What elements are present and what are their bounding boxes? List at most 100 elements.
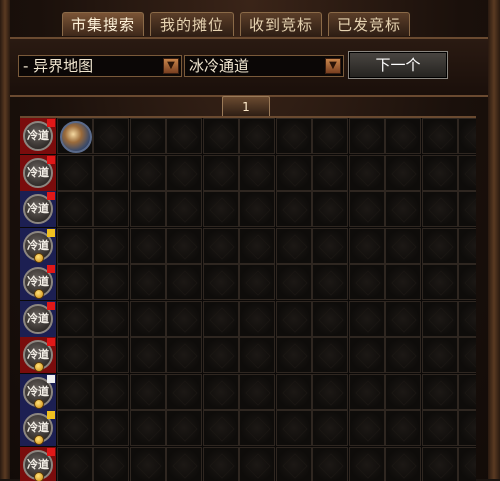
grid-cell[interactable] bbox=[458, 228, 476, 264]
grid-cell[interactable] bbox=[57, 155, 93, 191]
grid-cell[interactable] bbox=[385, 410, 421, 446]
grid-cell[interactable] bbox=[276, 301, 312, 337]
grid-cell[interactable] bbox=[349, 264, 385, 300]
chevron-down-icon[interactable]: ▼ bbox=[325, 58, 341, 74]
area-select[interactable]: 冰冷通道 ▼ bbox=[184, 55, 344, 77]
grid-cell[interactable] bbox=[312, 191, 348, 227]
map-item-slot[interactable]: 冷道 bbox=[20, 264, 56, 300]
grid-cell[interactable] bbox=[93, 301, 129, 337]
grid-cell[interactable] bbox=[312, 447, 348, 481]
grid-cell[interactable] bbox=[312, 264, 348, 300]
grid-cell[interactable] bbox=[349, 447, 385, 481]
grid-cell[interactable] bbox=[385, 374, 421, 410]
grid-cell[interactable] bbox=[93, 118, 129, 154]
grid-cell[interactable] bbox=[203, 264, 239, 300]
grid-cell[interactable] bbox=[57, 447, 93, 481]
grid-cell[interactable] bbox=[203, 301, 239, 337]
grid-cell[interactable] bbox=[93, 447, 129, 481]
grid-cell[interactable] bbox=[422, 410, 458, 446]
grid-cell[interactable] bbox=[312, 155, 348, 191]
grid-cell[interactable] bbox=[239, 191, 275, 227]
map-item-slot[interactable]: 冷道 bbox=[20, 337, 56, 373]
map-item-slot[interactable]: 冷道 bbox=[20, 191, 56, 227]
grid-cell[interactable] bbox=[239, 228, 275, 264]
grid-cell[interactable] bbox=[239, 118, 275, 154]
grid-cell[interactable] bbox=[203, 118, 239, 154]
grid-cell[interactable] bbox=[203, 191, 239, 227]
grid-cell[interactable] bbox=[385, 337, 421, 373]
grid-cell[interactable] bbox=[239, 155, 275, 191]
grid-cell[interactable] bbox=[349, 191, 385, 227]
grid-cell[interactable] bbox=[349, 374, 385, 410]
map-item-slot[interactable]: 冷道 bbox=[20, 228, 56, 264]
grid-cell[interactable] bbox=[130, 374, 166, 410]
grid-cell[interactable] bbox=[239, 264, 275, 300]
map-orb-icon[interactable] bbox=[60, 121, 92, 153]
grid-cell[interactable] bbox=[276, 228, 312, 264]
grid-cell[interactable] bbox=[422, 118, 458, 154]
map-item-slot[interactable]: 冷道 bbox=[20, 374, 56, 410]
grid-cell[interactable] bbox=[458, 118, 476, 154]
map-item-slot[interactable]: 冷道 bbox=[20, 301, 56, 337]
grid-cell[interactable] bbox=[57, 374, 93, 410]
grid-cell[interactable] bbox=[349, 337, 385, 373]
grid-cell[interactable] bbox=[458, 337, 476, 373]
grid-cell[interactable] bbox=[349, 118, 385, 154]
grid-cell[interactable] bbox=[130, 447, 166, 481]
grid-cell[interactable] bbox=[130, 191, 166, 227]
map-item-slot[interactable]: 冷道 bbox=[20, 410, 56, 446]
grid-cell[interactable] bbox=[166, 155, 202, 191]
grid-cell[interactable] bbox=[422, 337, 458, 373]
grid-cell[interactable] bbox=[57, 410, 93, 446]
grid-cell[interactable] bbox=[385, 228, 421, 264]
grid-cell[interactable] bbox=[276, 191, 312, 227]
tab-sent-bids[interactable]: 已发竞标 bbox=[328, 12, 410, 36]
grid-cell[interactable] bbox=[312, 118, 348, 154]
grid-cell[interactable] bbox=[349, 228, 385, 264]
grid-cell[interactable] bbox=[130, 337, 166, 373]
grid-cell[interactable] bbox=[458, 155, 476, 191]
grid-cell[interactable] bbox=[276, 410, 312, 446]
grid-cell[interactable] bbox=[458, 410, 476, 446]
grid-cell[interactable] bbox=[458, 447, 476, 481]
grid-cell[interactable] bbox=[166, 447, 202, 481]
grid-cell[interactable] bbox=[458, 301, 476, 337]
map-item-slot[interactable]: 冷道 bbox=[20, 155, 56, 191]
grid-cell[interactable] bbox=[130, 410, 166, 446]
tab-market-search[interactable]: 市集搜索 bbox=[62, 12, 144, 36]
grid-cell[interactable] bbox=[422, 264, 458, 300]
grid-cell[interactable] bbox=[458, 264, 476, 300]
tab-received-bids[interactable]: 收到竞标 bbox=[240, 12, 322, 36]
grid-cell[interactable] bbox=[130, 301, 166, 337]
grid-cell[interactable] bbox=[93, 374, 129, 410]
grid-cell[interactable] bbox=[166, 374, 202, 410]
grid-cell[interactable] bbox=[422, 228, 458, 264]
grid-cell[interactable] bbox=[422, 374, 458, 410]
grid-cell[interactable] bbox=[166, 301, 202, 337]
grid-cell[interactable] bbox=[166, 337, 202, 373]
grid-cell[interactable] bbox=[166, 410, 202, 446]
grid-cell[interactable] bbox=[166, 228, 202, 264]
grid-cell[interactable] bbox=[458, 374, 476, 410]
grid-cell[interactable] bbox=[349, 301, 385, 337]
grid-cell[interactable] bbox=[57, 191, 93, 227]
grid-cell[interactable] bbox=[276, 118, 312, 154]
grid-cell[interactable] bbox=[57, 264, 93, 300]
grid-cell[interactable] bbox=[385, 118, 421, 154]
grid-cell[interactable] bbox=[385, 301, 421, 337]
grid-cell[interactable] bbox=[312, 228, 348, 264]
grid-cell[interactable] bbox=[239, 337, 275, 373]
grid-cell[interactable] bbox=[276, 337, 312, 373]
grid-cell[interactable] bbox=[422, 191, 458, 227]
map-item-slot[interactable]: 冷道 bbox=[20, 118, 56, 154]
grid-cell[interactable] bbox=[93, 264, 129, 300]
grid-cell[interactable] bbox=[385, 447, 421, 481]
grid-cell[interactable] bbox=[312, 337, 348, 373]
grid-cell[interactable] bbox=[57, 228, 93, 264]
grid-cell[interactable] bbox=[203, 155, 239, 191]
grid-cell[interactable] bbox=[239, 301, 275, 337]
grid-cell[interactable] bbox=[166, 118, 202, 154]
grid-cell[interactable] bbox=[130, 118, 166, 154]
grid-cell[interactable] bbox=[276, 374, 312, 410]
grid-cell[interactable] bbox=[57, 301, 93, 337]
